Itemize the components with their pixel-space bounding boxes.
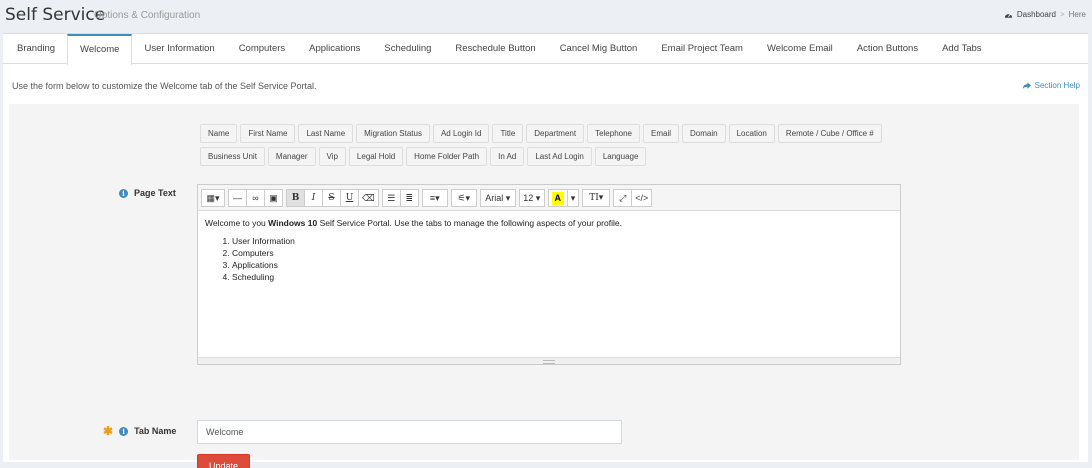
list-item: User Information (232, 235, 893, 247)
token-button[interactable]: Email (643, 124, 680, 143)
update-button[interactable]: Update (197, 454, 250, 468)
tab-applications[interactable]: Applications (297, 34, 372, 63)
ordered-list-icon[interactable]: ≣ (399, 188, 419, 207)
tab-branding[interactable]: Branding (5, 34, 67, 63)
eraser-icon[interactable]: ⌫ (358, 188, 379, 207)
picture-icon[interactable]: ▣ (264, 188, 283, 207)
token-button[interactable]: Telephone (587, 124, 640, 143)
rich-text-editor: ▦▾ — ∞ ▣ B I S U ⌫ ☰ ≣ ≡▾ ⚟▾ Arial ▾ 12 … (197, 184, 901, 365)
editor-ordered-list: User Information Computers Applications … (205, 235, 893, 283)
editor-toolbar: ▦▾ — ∞ ▣ B I S U ⌫ ☰ ≣ ≡▾ ⚟▾ Arial ▾ 12 … (198, 185, 900, 211)
text-height-icon[interactable]: TI▾ (582, 188, 611, 207)
token-button[interactable]: Home Folder Path (406, 147, 488, 166)
paragraph-bold-text: Windows 10 (268, 218, 318, 228)
settings-panel: Branding Welcome User Information Comput… (3, 33, 1088, 468)
section-help-label: Section Help (1034, 81, 1080, 90)
token-button[interactable]: Title (492, 124, 524, 143)
page-text-label-text: Page Text (134, 188, 176, 198)
content-header: Self Service Options & Configuration Das… (0, 0, 1092, 33)
tab-name-label-text: Tab Name (134, 426, 177, 436)
intro-text: Use the form below to customize the Welc… (12, 81, 317, 91)
breadcrumb-current: Here (1068, 10, 1086, 19)
token-button[interactable]: Vip (318, 147, 346, 166)
magic-icon[interactable]: ⚟▾ (450, 188, 477, 207)
tab-reschedule-button[interactable]: Reschedule Button (443, 34, 547, 63)
color-dropdown-caret[interactable]: ▾ (566, 188, 580, 207)
token-button[interactable]: Location (728, 124, 775, 143)
page-subtitle: Options & Configuration (94, 10, 201, 21)
tab-add-tabs[interactable]: Add Tabs (930, 34, 993, 63)
editor-content[interactable]: Welcome to you Windows 10 Self Service P… (198, 211, 900, 289)
info-icon[interactable]: i (119, 426, 129, 436)
merge-token-list: Name First Name Last Name Migration Stat… (200, 124, 900, 166)
align-icon[interactable]: ≡▾ (421, 188, 448, 207)
paragraph-text: Welcome to you (205, 218, 269, 228)
tab-welcome[interactable]: Welcome (67, 34, 133, 65)
highlight-color-icon: A (551, 191, 564, 205)
share-icon (1022, 81, 1031, 89)
editor-paragraph: Welcome to you Windows 10 Self Service P… (205, 217, 893, 229)
font-size-dropdown[interactable]: 12 ▾ (518, 188, 545, 207)
link-icon[interactable]: ∞ (246, 188, 265, 207)
breadcrumb: Dashboard > Here (1004, 10, 1086, 19)
tab-action-buttons[interactable]: Action Buttons (845, 34, 930, 63)
table-icon[interactable]: ▦▾ (201, 188, 225, 207)
form-area: Name First Name Last Name Migration Stat… (9, 104, 1079, 468)
token-button[interactable]: Legal Hold (348, 147, 404, 166)
paragraph-text: Self Service Portal. Use the tabs to man… (317, 218, 622, 228)
asterisk-icon: ✱ (103, 424, 114, 438)
tab-welcome-email[interactable]: Welcome Email (755, 34, 845, 63)
token-button[interactable]: Department (526, 124, 585, 143)
list-item: Computers (232, 247, 893, 259)
token-button[interactable]: Remote / Cube / Office # (777, 124, 882, 143)
highlight-color-button[interactable]: A (547, 188, 568, 207)
breadcrumb-dashboard[interactable]: Dashboard (1017, 10, 1056, 19)
list-item: Scheduling (232, 271, 893, 283)
tab-name-input[interactable] (197, 420, 622, 444)
code-view-icon[interactable]: </> (631, 188, 653, 207)
token-button[interactable]: In Ad (490, 147, 525, 166)
tab-user-information[interactable]: User Information (132, 34, 226, 63)
font-family-value: Arial (485, 192, 504, 203)
info-icon[interactable]: i (119, 188, 128, 198)
italic-icon[interactable]: I (304, 188, 323, 207)
dashboard-icon (1004, 13, 1012, 18)
hr-icon[interactable]: — (228, 188, 247, 207)
strikethrough-icon[interactable]: S (322, 188, 341, 207)
bold-icon[interactable]: B (286, 188, 305, 207)
tab-scheduling[interactable]: Scheduling (372, 34, 443, 63)
page-title: Self Service (5, 5, 106, 25)
unordered-list-icon[interactable]: ☰ (381, 188, 401, 207)
page-text-label: i Page Text (119, 188, 176, 198)
tab-bar: Branding Welcome User Information Comput… (3, 34, 1088, 65)
tab-email-project-team[interactable]: Email Project Team (649, 34, 755, 63)
font-size-value: 12 (523, 192, 534, 203)
token-button[interactable]: Last Ad Login (527, 147, 592, 166)
tab-name-label: ✱ i Tab Name (103, 424, 176, 438)
token-button[interactable]: Last Name (298, 124, 354, 143)
token-button[interactable]: Business Unit (200, 147, 265, 166)
token-button[interactable]: Migration Status (356, 124, 430, 143)
section-help-link[interactable]: Section Help (1022, 81, 1080, 90)
underline-icon[interactable]: U (340, 188, 359, 207)
tab-computers[interactable]: Computers (227, 34, 297, 63)
font-family-dropdown[interactable]: Arial ▾ (479, 188, 516, 207)
token-button[interactable]: Ad Login Id (432, 124, 490, 143)
token-button[interactable]: First Name (240, 124, 296, 143)
tab-cancel-mig-button[interactable]: Cancel Mig Button (548, 34, 650, 63)
breadcrumb-separator: > (1059, 10, 1065, 19)
token-button[interactable]: Language (594, 147, 647, 166)
fullscreen-icon[interactable]: ⤢ (613, 188, 633, 207)
editor-resize-handle[interactable] (198, 357, 900, 364)
token-button[interactable]: Manager (267, 147, 316, 166)
token-button[interactable]: Domain (682, 124, 726, 143)
list-item: Applications (232, 259, 893, 271)
token-button[interactable]: Name (200, 124, 238, 143)
